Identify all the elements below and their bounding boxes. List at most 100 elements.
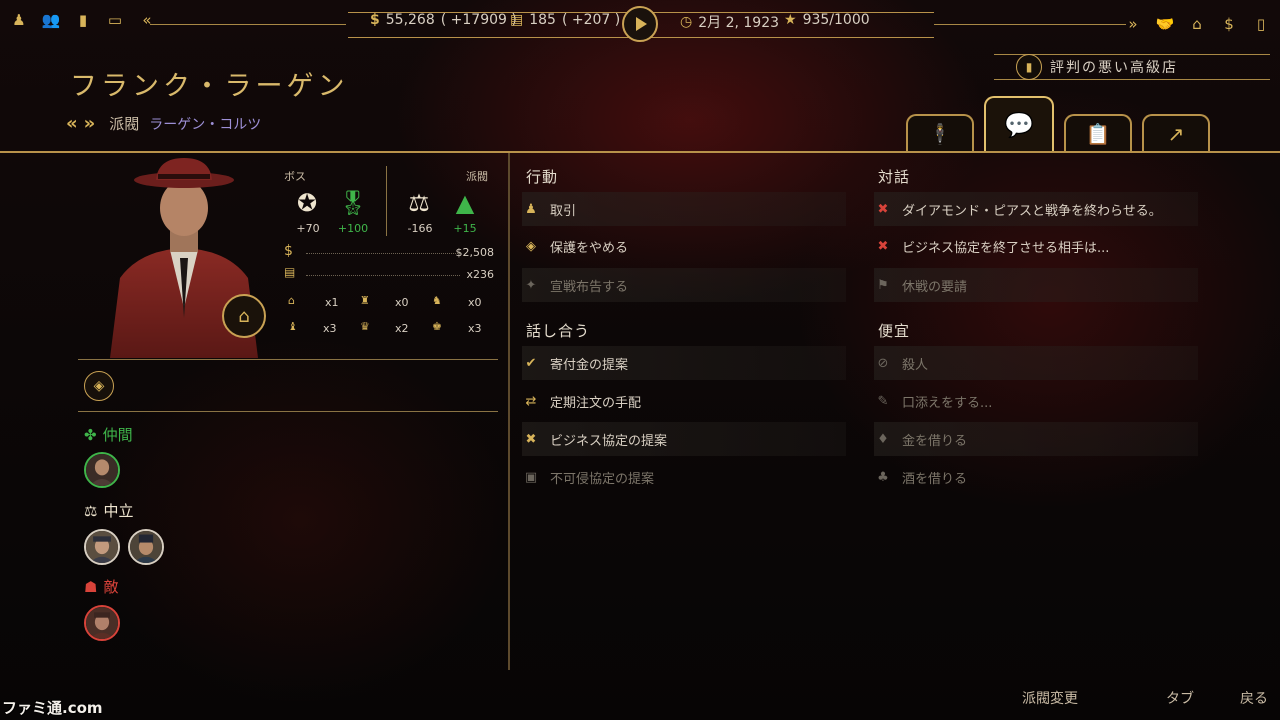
expand-icon[interactable]: » <box>1122 14 1144 34</box>
bottle-icon[interactable]: ▯ <box>1250 14 1272 34</box>
portrait-divider <box>78 359 498 360</box>
dot-leader <box>306 275 460 276</box>
clipboard-icon: 📋 <box>1085 122 1111 146</box>
action-business-pact[interactable]: ✖ ビジネス協定の提案 <box>522 422 846 456</box>
reputation-label: 評判の悪い高級店 <box>1050 60 1178 76</box>
action-declare-war[interactable]: ✦ 宣戦布告する <box>522 268 846 302</box>
medal-icon: 🎖 <box>337 189 369 217</box>
back-button[interactable]: 戻る <box>1240 688 1268 708</box>
grid-value: x0 <box>395 296 409 309</box>
money-delta: ( +17909 ) <box>440 12 517 28</box>
briefcase-icon[interactable]: ▭ <box>104 10 126 30</box>
top-right-menu: » 🤝 ⌂ $ ▯ <box>1122 14 1272 34</box>
house-icon[interactable]: ⌂ <box>222 294 266 338</box>
enemy-icon: ☗ <box>84 577 98 596</box>
enemy-avatar[interactable] <box>84 605 120 641</box>
shield-icon[interactable]: ◈ <box>84 371 114 401</box>
neutral-avatar[interactable] <box>84 529 120 565</box>
favor-murder[interactable]: ⊘ 殺人 <box>874 346 1198 380</box>
score-value: 935/1000 <box>802 12 870 28</box>
action-end-business[interactable]: ✖ ビジネス協定を終了させる相手は... <box>874 229 1198 263</box>
ally-avatar[interactable] <box>84 452 120 488</box>
action-non-aggression[interactable]: ▣ 不可侵協定の提案 <box>522 460 846 494</box>
contract-icon: ✖ <box>525 431 537 447</box>
exchange-icon: ⇄ <box>525 393 537 409</box>
flag-icon: ⚑ <box>877 277 889 293</box>
action-label: 保護をやめる <box>550 240 629 256</box>
shield-icon: ◈ <box>526 238 536 254</box>
gangsters-icon: 🕴 <box>927 122 953 146</box>
faction-scale-value: -166 <box>407 222 433 235</box>
stats-separator <box>386 166 387 236</box>
collapse-icon[interactable]: « <box>136 10 158 30</box>
store-icon: ♚ <box>432 320 442 333</box>
speakeasy-icon: ♜ <box>360 294 370 307</box>
action-label: 定期注文の手配 <box>550 395 642 411</box>
book-icon: ▮ <box>1016 54 1042 80</box>
book-icon[interactable]: ▮ <box>72 10 94 30</box>
character-name: フランク・ラーゲン <box>70 71 349 102</box>
chart-up-icon: ↗ <box>1167 122 1185 146</box>
liquor-icon: ♣ <box>877 469 889 485</box>
action-label: 取引 <box>550 203 577 219</box>
header-divider <box>0 151 1280 153</box>
favor-put-word[interactable]: ✎ 口添えをする... <box>874 384 1198 418</box>
handshake-icon[interactable]: 🤝 <box>1154 14 1176 34</box>
building-amount: x236 <box>466 268 494 281</box>
neutral-avatar[interactable] <box>128 529 164 565</box>
faction-name[interactable]: ラーゲン・コルツ <box>149 114 261 134</box>
dollar-icon: $ <box>370 12 380 28</box>
hotel-icon: ♝ <box>288 320 298 333</box>
play-button[interactable] <box>622 6 658 42</box>
mafia-icon[interactable]: ♟ <box>8 10 30 30</box>
building-icon[interactable]: ⌂ <box>1186 14 1208 34</box>
favor-borrow-money[interactable]: ♦ 金を借りる <box>874 422 1198 456</box>
play-icon <box>636 17 647 31</box>
neutral-label: 中立 <box>103 502 134 520</box>
dollar-icon[interactable]: $ <box>1218 14 1240 34</box>
deal-icon: ♟ <box>525 201 537 217</box>
clock-icon: ◷ <box>680 14 693 30</box>
boss-star-value: +70 <box>296 222 320 235</box>
top-divider-right <box>934 24 1126 25</box>
prev-arrow-icon[interactable]: « <box>66 113 77 134</box>
crew-tab[interactable]: 🕴 <box>906 114 974 152</box>
tab-button[interactable]: タブ <box>1166 688 1194 708</box>
action-label: 口添えをする... <box>902 395 993 411</box>
action-regular-order[interactable]: ⇄ 定期注文の手配 <box>522 384 846 418</box>
diplomacy-tab[interactable]: 💬 <box>984 96 1054 152</box>
action-stop-protection[interactable]: ◈ 保護をやめる <box>522 229 846 263</box>
boss-header: ボス <box>284 170 306 183</box>
money-row: $ $2,508 <box>284 243 494 261</box>
top-divider-left <box>150 24 346 25</box>
boss-medal-value: +100 <box>337 222 369 235</box>
action-deal[interactable]: ♟ 取引 <box>522 192 846 226</box>
gun-icon: ✦ <box>525 277 537 293</box>
building-row: ▤ x236 <box>284 265 494 283</box>
crew-icon[interactable]: 👥 <box>40 10 62 30</box>
favor-borrow-liquor[interactable]: ♣ 酒を借りる <box>874 460 1198 494</box>
building-stat: ▤ 185 ( +207 ) <box>510 12 620 28</box>
next-arrow-icon[interactable]: » <box>84 113 95 134</box>
favor-title: 便宜 <box>878 322 911 340</box>
dot-leader <box>306 253 460 254</box>
ally-icon: ✤ <box>84 425 97 444</box>
change-faction-button[interactable]: 派閥変更 <box>1022 688 1078 708</box>
top-bar: ♟ 👥 ▮ ▭ « $ 55,268 ( +17909 ) ▤ 185 ( +2… <box>0 0 1280 44</box>
building-value: 185 <box>529 12 556 28</box>
ledger-tab[interactable]: 📋 <box>1064 114 1132 152</box>
action-label: 不可侵協定の提案 <box>550 471 655 487</box>
grid-value: x3 <box>468 322 482 335</box>
pact-icon: ▣ <box>524 469 538 485</box>
allies-label: 仲間 <box>102 426 133 444</box>
barrel-icon: ▤ <box>510 12 524 28</box>
moneybag-icon: ♦ <box>877 431 889 447</box>
action-truce[interactable]: ⚑ 休戦の要請 <box>874 268 1198 302</box>
action-donation[interactable]: ✔ 寄付金の提案 <box>522 346 846 380</box>
neutral-title: ⚖ 中立 <box>84 500 133 521</box>
action-end-war[interactable]: ✖ ダイアモンド・ピアスと戦争を終わらせる。 <box>874 192 1198 226</box>
building-delta: ( +207 ) <box>561 12 621 28</box>
growth-tab[interactable]: ↗ <box>1142 114 1210 152</box>
watermark: ファミ通.com <box>2 699 103 717</box>
scale-icon: ⚖ <box>84 501 98 520</box>
